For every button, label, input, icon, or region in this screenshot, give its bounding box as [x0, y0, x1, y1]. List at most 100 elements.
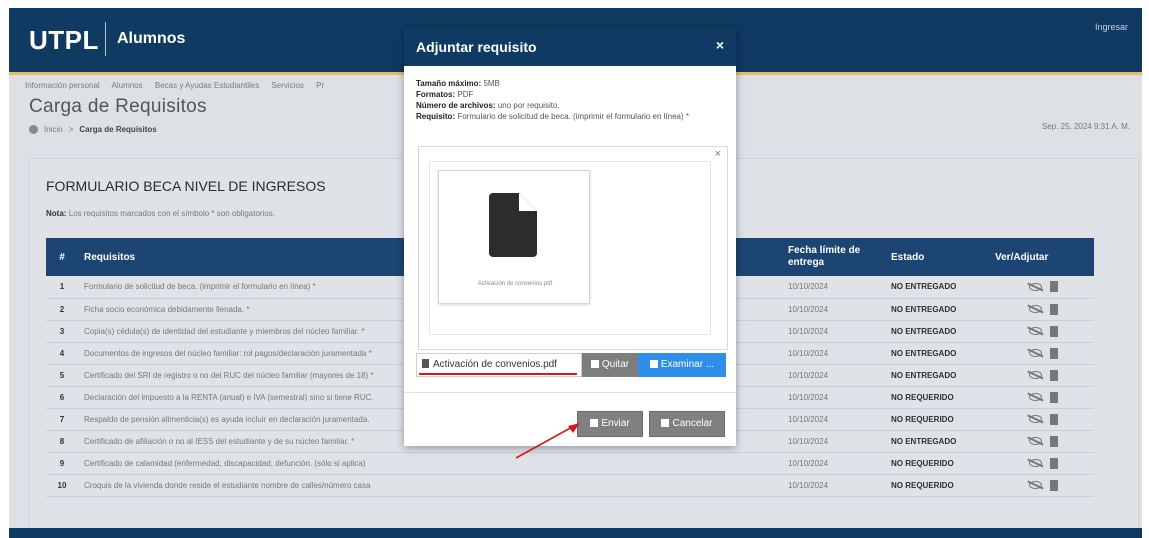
attach-file-icon[interactable]	[1050, 457, 1058, 469]
row-status: NO REQUERIDO	[885, 386, 989, 409]
row-deadline: 10/10/2024	[782, 320, 885, 343]
remove-preview-icon[interactable]: ×	[715, 148, 721, 160]
close-icon[interactable]: ×	[716, 37, 724, 53]
send-button-label: Enviar	[601, 418, 630, 429]
eye-slash-icon[interactable]	[1029, 327, 1042, 335]
row-deadline: 10/10/2024	[782, 364, 885, 387]
nav-item-alumnos[interactable]: Alumnos	[112, 81, 143, 90]
attach-file-icon[interactable]	[1050, 479, 1058, 491]
eye-slash-icon[interactable]	[1029, 305, 1042, 313]
info-req: Requisito: Formulario de solicitud de be…	[416, 111, 728, 122]
eye-slash-icon[interactable]	[1029, 393, 1042, 401]
attach-file-icon[interactable]	[1050, 303, 1058, 315]
cancel-button-label: Cancelar	[672, 418, 713, 429]
row-status: NO ENTREGADO	[885, 430, 989, 453]
trash-icon	[590, 360, 599, 368]
info-size-value: 5MB	[483, 79, 500, 88]
col-fecha: Fecha límite de entrega	[782, 238, 885, 276]
eye-slash-icon[interactable]	[1029, 371, 1042, 379]
note-text: Los requisitos marcados con el símbolo *…	[68, 209, 276, 218]
form-title: FORMULARIO BECA NIVEL DE INGRESOS	[46, 178, 326, 194]
eye-slash-icon[interactable]	[1029, 349, 1042, 357]
row-status: NO ENTREGADO	[885, 342, 989, 365]
attach-file-icon[interactable]	[1050, 435, 1058, 447]
attach-file-icon[interactable]	[1050, 369, 1058, 381]
selected-file-field[interactable]: Activación de convenios.pdf	[416, 353, 582, 377]
attach-file-icon[interactable]	[1050, 281, 1058, 293]
row-status: NO REQUERIDO	[885, 452, 989, 475]
remove-button-label: Quitar	[601, 359, 630, 370]
info-count-value: uno por requisito.	[497, 101, 560, 110]
nav-item-servicios[interactable]: Servicios	[271, 81, 303, 90]
row-number: 2	[46, 298, 78, 321]
red-arrow-annotation	[515, 423, 580, 459]
datestamp: Sep. 25, 2024 9:31 A. M.	[1041, 122, 1130, 131]
file-icon	[489, 193, 537, 257]
nav-item-becas[interactable]: Becas y Ayudas Estudiantiles	[155, 81, 259, 90]
info-count-label: Número de archivos:	[416, 101, 496, 110]
row-actions	[989, 408, 1094, 431]
eye-slash-icon[interactable]	[1029, 459, 1042, 467]
info-req-label: Requisito:	[416, 112, 456, 121]
utpl-logo[interactable]: UTPL	[29, 25, 99, 56]
cancel-icon	[661, 419, 670, 427]
row-deadline: 10/10/2024	[782, 386, 885, 409]
row-deadline: 10/10/2024	[782, 342, 885, 365]
row-deadline: 10/10/2024	[782, 408, 885, 431]
row-actions	[989, 342, 1094, 365]
info-count: Número de archivos: uno por requisito.	[416, 100, 728, 111]
attach-file-icon[interactable]	[1050, 391, 1058, 403]
row-number: 6	[46, 386, 78, 409]
attach-file-icon[interactable]	[1050, 347, 1058, 359]
eye-slash-icon[interactable]	[1029, 415, 1042, 423]
row-actions	[989, 320, 1094, 343]
row-actions	[989, 452, 1094, 475]
col-estado: Estado	[885, 238, 989, 276]
form-note: Nota: Los requisitos marcados con el sím…	[46, 209, 275, 218]
login-link[interactable]: Ingresar	[1095, 22, 1128, 32]
folder-icon	[649, 360, 658, 368]
home-icon[interactable]	[29, 125, 38, 134]
row-actions	[989, 298, 1094, 321]
breadcrumb-current: Carga de Requisitos	[79, 125, 157, 134]
row-status: NO ENTREGADO	[885, 276, 989, 299]
info-req-value: Formulario de solicitud de beca. (imprim…	[457, 112, 689, 121]
eye-slash-icon[interactable]	[1029, 282, 1042, 291]
modal-footer-divider	[404, 392, 736, 393]
row-number: 5	[46, 364, 78, 387]
row-actions	[989, 386, 1094, 409]
row-requirement: Croquis de la vivienda donde reside el e…	[78, 474, 782, 497]
attach-file-icon[interactable]	[1050, 413, 1058, 425]
col-num: #	[46, 238, 78, 276]
browse-button[interactable]: Examinar ...	[638, 353, 726, 377]
note-label: Nota:	[46, 209, 67, 218]
row-number: 10	[46, 474, 78, 497]
cancel-button[interactable]: Cancelar	[649, 411, 725, 437]
footer-bar	[9, 528, 1142, 538]
app-name: Alumnos	[117, 30, 186, 47]
info-format-label: Formatos:	[416, 90, 456, 99]
row-status: NO REQUERIDO	[885, 408, 989, 431]
eye-slash-icon[interactable]	[1029, 437, 1042, 445]
nav-item-pr[interactable]: Pr	[316, 81, 324, 90]
row-status: NO ENTREGADO	[885, 320, 989, 343]
eye-slash-icon[interactable]	[1029, 481, 1042, 489]
preview-area: Activación de convenios.pdf	[429, 161, 711, 335]
file-thumbnail[interactable]: Activación de convenios.pdf	[438, 170, 590, 304]
browse-button-label: Examinar ...	[660, 359, 715, 370]
file-dropzone[interactable]: × Activación de convenios.pdf	[418, 146, 728, 350]
col-ver: Ver/Adjutar	[989, 238, 1094, 276]
upload-icon	[590, 419, 599, 427]
red-underline-annotation	[419, 373, 577, 375]
breadcrumb-home[interactable]: Inicio	[44, 125, 63, 134]
info-format: Formatos: PDF	[416, 89, 728, 100]
attach-modal: Adjuntar requisito × Tamaño máximo: 5MB …	[404, 28, 736, 446]
nav-item-info[interactable]: Información personal	[25, 81, 100, 90]
remove-button[interactable]: Quitar	[582, 353, 638, 377]
row-actions	[989, 430, 1094, 453]
row-number: 1	[46, 276, 78, 299]
thumbnail-caption: Activación de convenios.pdf	[477, 281, 553, 287]
row-status: NO ENTREGADO	[885, 298, 989, 321]
modal-header: Adjuntar requisito ×	[404, 28, 736, 66]
attach-file-icon[interactable]	[1050, 325, 1058, 337]
